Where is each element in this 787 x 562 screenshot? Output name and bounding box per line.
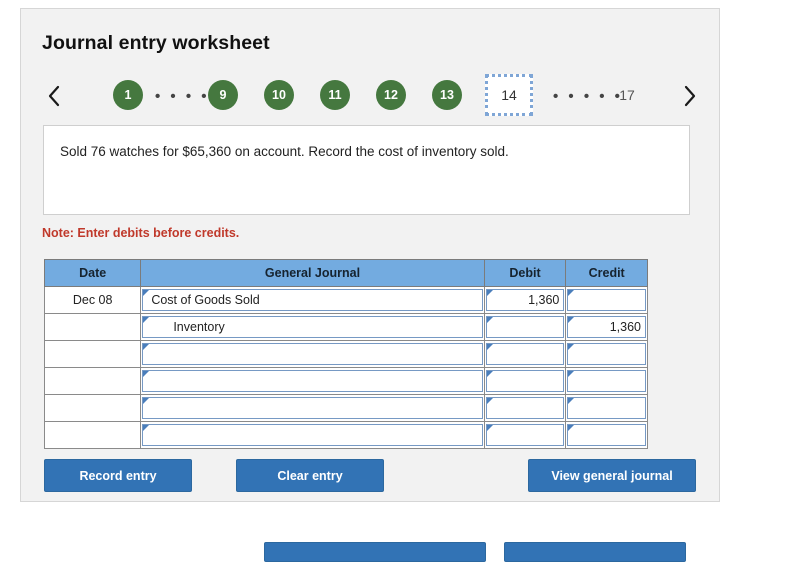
debit-cell[interactable]: 1,360 bbox=[483, 286, 567, 314]
step-pagination: 1 • • • • • 9 10 11 12 13 14 • • • • • 1… bbox=[35, 71, 707, 121]
chevron-left-icon[interactable] bbox=[41, 79, 67, 113]
question-text: Sold 76 watches for $65,360 on account. … bbox=[60, 144, 509, 159]
column-header-debit: Debit bbox=[483, 259, 567, 287]
debit-input[interactable] bbox=[485, 343, 565, 365]
debit-input[interactable] bbox=[485, 424, 565, 446]
page-title: Journal entry worksheet bbox=[42, 32, 270, 54]
date-cell[interactable]: Dec 08 bbox=[43, 286, 142, 314]
account-input[interactable] bbox=[142, 343, 483, 365]
credit-cell[interactable] bbox=[565, 421, 648, 449]
journal-entry-worksheet-panel: Journal entry worksheet 1 • • • • • 9 10… bbox=[20, 8, 720, 502]
question-box: Sold 76 watches for $65,360 on account. … bbox=[43, 125, 690, 215]
view-general-journal-button[interactable]: View general journal bbox=[528, 459, 696, 492]
account-cell[interactable] bbox=[140, 367, 485, 395]
credit-cell[interactable] bbox=[565, 340, 648, 368]
account-input[interactable] bbox=[142, 397, 483, 419]
step-14-current[interactable]: 14 bbox=[485, 74, 533, 116]
credit-cell[interactable]: 1,360 bbox=[565, 313, 648, 341]
date-cell[interactable] bbox=[43, 313, 142, 341]
credit-cell[interactable] bbox=[565, 394, 648, 422]
table-row: Inventory 1,360 bbox=[43, 313, 648, 341]
table-row bbox=[43, 421, 648, 449]
debit-input[interactable] bbox=[485, 397, 565, 419]
credit-cell[interactable] bbox=[565, 367, 648, 395]
account-cell[interactable] bbox=[140, 394, 485, 422]
account-cell[interactable]: Cost of Goods Sold bbox=[140, 286, 485, 314]
step-11[interactable]: 11 bbox=[320, 80, 350, 110]
general-journal-table: Date General Journal Debit Credit Dec 08… bbox=[43, 259, 648, 449]
account-cell[interactable] bbox=[140, 421, 485, 449]
credit-cell[interactable] bbox=[565, 286, 648, 314]
credit-value: 1,360 bbox=[609, 320, 641, 334]
clear-entry-button[interactable]: Clear entry bbox=[236, 459, 384, 492]
date-cell[interactable] bbox=[43, 394, 142, 422]
date-cell[interactable] bbox=[43, 340, 142, 368]
table-row bbox=[43, 340, 648, 368]
debit-cell[interactable] bbox=[483, 394, 567, 422]
debit-cell[interactable] bbox=[483, 421, 567, 449]
debit-cell[interactable] bbox=[483, 313, 567, 341]
credit-input[interactable] bbox=[567, 424, 646, 446]
step-1[interactable]: 1 bbox=[113, 80, 143, 110]
account-value: Inventory bbox=[173, 320, 225, 334]
step-9[interactable]: 9 bbox=[208, 80, 238, 110]
debit-input[interactable]: 1,360 bbox=[485, 289, 565, 311]
column-header-credit: Credit bbox=[565, 259, 648, 287]
chevron-right-icon[interactable] bbox=[677, 79, 703, 113]
table-row bbox=[43, 394, 648, 422]
account-input[interactable]: Cost of Goods Sold bbox=[142, 289, 483, 311]
credit-input[interactable] bbox=[567, 343, 646, 365]
debit-value: 1,360 bbox=[528, 293, 560, 307]
step-13[interactable]: 13 bbox=[432, 80, 462, 110]
debit-cell[interactable] bbox=[483, 367, 567, 395]
record-entry-button[interactable]: Record entry bbox=[44, 459, 192, 492]
table-header-row: Date General Journal Debit Credit bbox=[43, 259, 648, 287]
account-input[interactable] bbox=[142, 370, 483, 392]
credit-input[interactable] bbox=[567, 289, 646, 311]
account-input[interactable] bbox=[142, 424, 483, 446]
credit-input[interactable]: 1,360 bbox=[567, 316, 646, 338]
date-cell[interactable] bbox=[43, 367, 142, 395]
account-value: Cost of Goods Sold bbox=[151, 293, 260, 307]
table-row: Dec 08 Cost of Goods Sold 1,360 bbox=[43, 286, 648, 314]
column-header-account: General Journal bbox=[140, 259, 485, 287]
debit-input[interactable] bbox=[485, 370, 565, 392]
account-input[interactable]: Inventory bbox=[142, 316, 483, 338]
column-header-date: Date bbox=[43, 259, 142, 287]
bottom-button-right[interactable] bbox=[504, 542, 686, 562]
credit-input[interactable] bbox=[567, 370, 646, 392]
debit-cell[interactable] bbox=[483, 340, 567, 368]
account-cell[interactable] bbox=[140, 340, 485, 368]
debit-input[interactable] bbox=[485, 316, 565, 338]
credit-input[interactable] bbox=[567, 397, 646, 419]
step-12[interactable]: 12 bbox=[376, 80, 406, 110]
debits-before-credits-note: Note: Enter debits before credits. bbox=[42, 226, 240, 240]
step-10[interactable]: 10 bbox=[264, 80, 294, 110]
account-cell[interactable]: Inventory bbox=[140, 313, 485, 341]
date-cell[interactable] bbox=[43, 421, 142, 449]
bottom-button-left[interactable] bbox=[264, 542, 486, 562]
table-row bbox=[43, 367, 648, 395]
step-17[interactable]: 17 bbox=[612, 80, 642, 110]
